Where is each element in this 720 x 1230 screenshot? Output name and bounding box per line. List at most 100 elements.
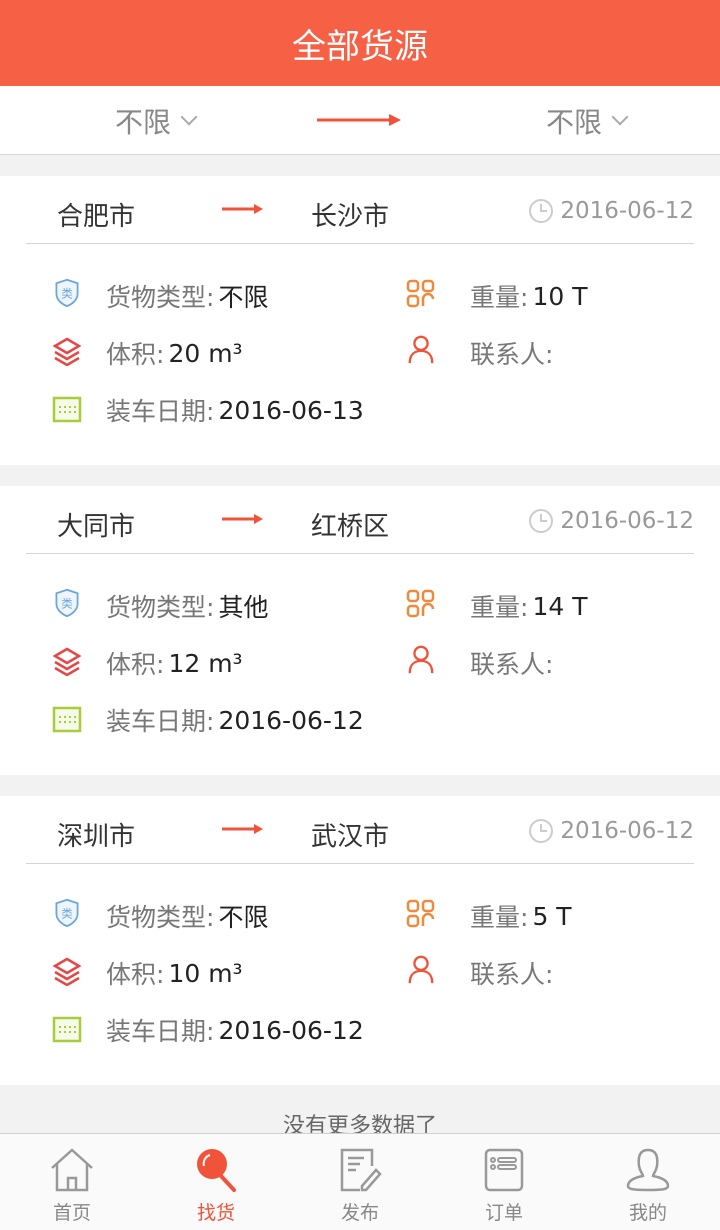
contact-field: 联系人: <box>470 645 557 681</box>
svg-text:类: 类 <box>61 596 73 610</box>
nav-label: 我的 <box>628 1202 667 1224</box>
cargo-type-icon: 类 <box>55 898 79 928</box>
post-date: 2016-06-12 <box>560 818 694 844</box>
field-text: 体积: <box>106 340 165 369</box>
destination-filter-value: 不限 <box>546 105 603 139</box>
volume-field: 体积: 10 m³ <box>106 955 243 991</box>
calendar-icon <box>52 396 82 423</box>
weight-icon <box>406 279 435 308</box>
cargo-type-icon: 类 <box>55 278 79 308</box>
field-text: 货物类型: <box>106 283 215 312</box>
volume-field: 体积: 12 m³ <box>106 645 243 681</box>
cargo-card[interactable]: 合肥市 长沙市 2016-06-12 类 货物类型: 不限 重量: 10 T 体积:… <box>0 176 720 465</box>
contact-person-icon <box>408 645 434 674</box>
load-date-field: 装车日期: 2016-06-13 <box>106 392 364 428</box>
load-date-field: 装车日期: 2016-06-12 <box>106 702 364 738</box>
destination-city: 长沙市 <box>311 202 390 232</box>
volume-field: 体积: 20 m³ <box>106 335 243 371</box>
field-text: 装车日期: <box>106 707 215 736</box>
field-text: 2016-06-12 <box>218 1015 364 1045</box>
field-text: 装车日期: <box>106 397 215 426</box>
user-icon <box>626 1148 670 1192</box>
field-text: 装车日期: <box>106 1017 215 1046</box>
weight-icon <box>406 899 435 928</box>
weight-field: 重量: 5 T <box>470 898 572 934</box>
field-text: 重量: <box>470 283 529 312</box>
field-text: 14 T <box>532 591 588 621</box>
clock-icon <box>529 199 553 223</box>
calendar-icon <box>52 706 82 733</box>
nav-orders[interactable]: 订单 <box>432 1134 576 1230</box>
route-filter: 不限 不限 <box>0 86 720 155</box>
field-text: 联系人: <box>470 340 554 369</box>
field-text: 5 T <box>532 901 572 931</box>
search-icon <box>197 1149 236 1192</box>
svg-text:类: 类 <box>61 906 73 920</box>
volume-layers-icon <box>52 337 82 366</box>
field-text: 货物类型: <box>106 593 215 622</box>
field-text: 体积: <box>106 960 165 989</box>
chevron-down-icon <box>180 108 198 125</box>
field-text: 货物类型: <box>106 903 215 932</box>
post-date: 2016-06-12 <box>560 508 694 534</box>
nav-publish[interactable]: 发布 <box>288 1134 432 1230</box>
volume-layers-icon <box>52 957 82 986</box>
field-text: 联系人: <box>470 960 554 989</box>
contact-field: 联系人: <box>470 955 557 991</box>
cargo-card[interactable]: 大同市 红桥区 2016-06-12 类 货物类型: 其他 重量: 14 T 体积:… <box>0 486 720 775</box>
load-date-field: 装车日期: 2016-06-12 <box>106 1012 364 1048</box>
field-text: 12 m³ <box>168 648 243 678</box>
post-date: 2016-06-12 <box>560 198 694 224</box>
volume-layers-icon <box>52 647 82 676</box>
arrow-right-icon <box>317 114 401 126</box>
contact-person-icon <box>408 955 434 984</box>
destination-filter-dropdown[interactable]: 不限 <box>546 86 629 155</box>
arrow-right-icon <box>222 514 263 524</box>
origin-city: 合肥市 <box>57 202 136 232</box>
field-text: 其他 <box>218 593 269 622</box>
nav-find-cargo[interactable]: 找货 <box>144 1134 288 1230</box>
bottom-nav: 首页 找货 发布 订单 我的 <box>0 1133 720 1230</box>
field-text: 10 T <box>532 281 588 311</box>
weight-field: 重量: 14 T <box>470 588 587 624</box>
origin-city: 大同市 <box>57 512 136 542</box>
cargo-type-field: 货物类型: 其他 <box>106 588 268 624</box>
nav-mine[interactable]: 我的 <box>576 1134 720 1230</box>
publish-icon <box>340 1148 382 1192</box>
weight-field: 重量: 10 T <box>470 278 587 314</box>
cargo-type-field: 货物类型: 不限 <box>106 898 268 934</box>
nav-label: 找货 <box>196 1202 235 1224</box>
card-route: 合肥市 长沙市 2016-06-12 <box>26 176 694 244</box>
field-text: 20 m³ <box>168 338 243 368</box>
field-text: 联系人: <box>470 650 554 679</box>
cargo-type-field: 货物类型: 不限 <box>106 278 268 314</box>
nav-label: 首页 <box>52 1202 91 1224</box>
nav-home[interactable]: 首页 <box>0 1134 144 1230</box>
card-route: 大同市 红桥区 2016-06-12 <box>26 486 694 554</box>
chevron-down-icon <box>611 108 629 125</box>
arrow-right-icon <box>222 824 263 834</box>
svg-text:类: 类 <box>61 286 73 300</box>
origin-filter-value: 不限 <box>115 105 172 139</box>
clock-icon <box>529 509 553 533</box>
cargo-type-icon: 类 <box>55 588 79 618</box>
page-title: 全部货源 <box>292 26 428 67</box>
order-icon <box>484 1148 524 1192</box>
cargo-list: 合肥市 长沙市 2016-06-12 类 货物类型: 不限 重量: 10 T 体积:… <box>0 176 720 1106</box>
arrow-right-icon <box>222 204 263 214</box>
app-header: 全部货源 <box>0 0 720 86</box>
field-text: 不限 <box>218 283 269 312</box>
field-text: 不限 <box>218 903 269 932</box>
destination-city: 武汉市 <box>311 822 390 852</box>
home-icon <box>51 1148 93 1192</box>
contact-field: 联系人: <box>470 335 557 371</box>
nav-label: 订单 <box>484 1202 523 1224</box>
field-text: 10 m³ <box>168 958 243 988</box>
card-route: 深圳市 武汉市 2016-06-12 <box>26 796 694 864</box>
weight-icon <box>406 589 435 618</box>
cargo-card[interactable]: 深圳市 武汉市 2016-06-12 类 货物类型: 不限 重量: 5 T 体积: 1… <box>0 796 720 1085</box>
clock-icon <box>529 819 553 843</box>
calendar-icon <box>52 1016 82 1043</box>
origin-filter-dropdown[interactable]: 不限 <box>115 86 198 155</box>
nav-label: 发布 <box>340 1202 379 1224</box>
